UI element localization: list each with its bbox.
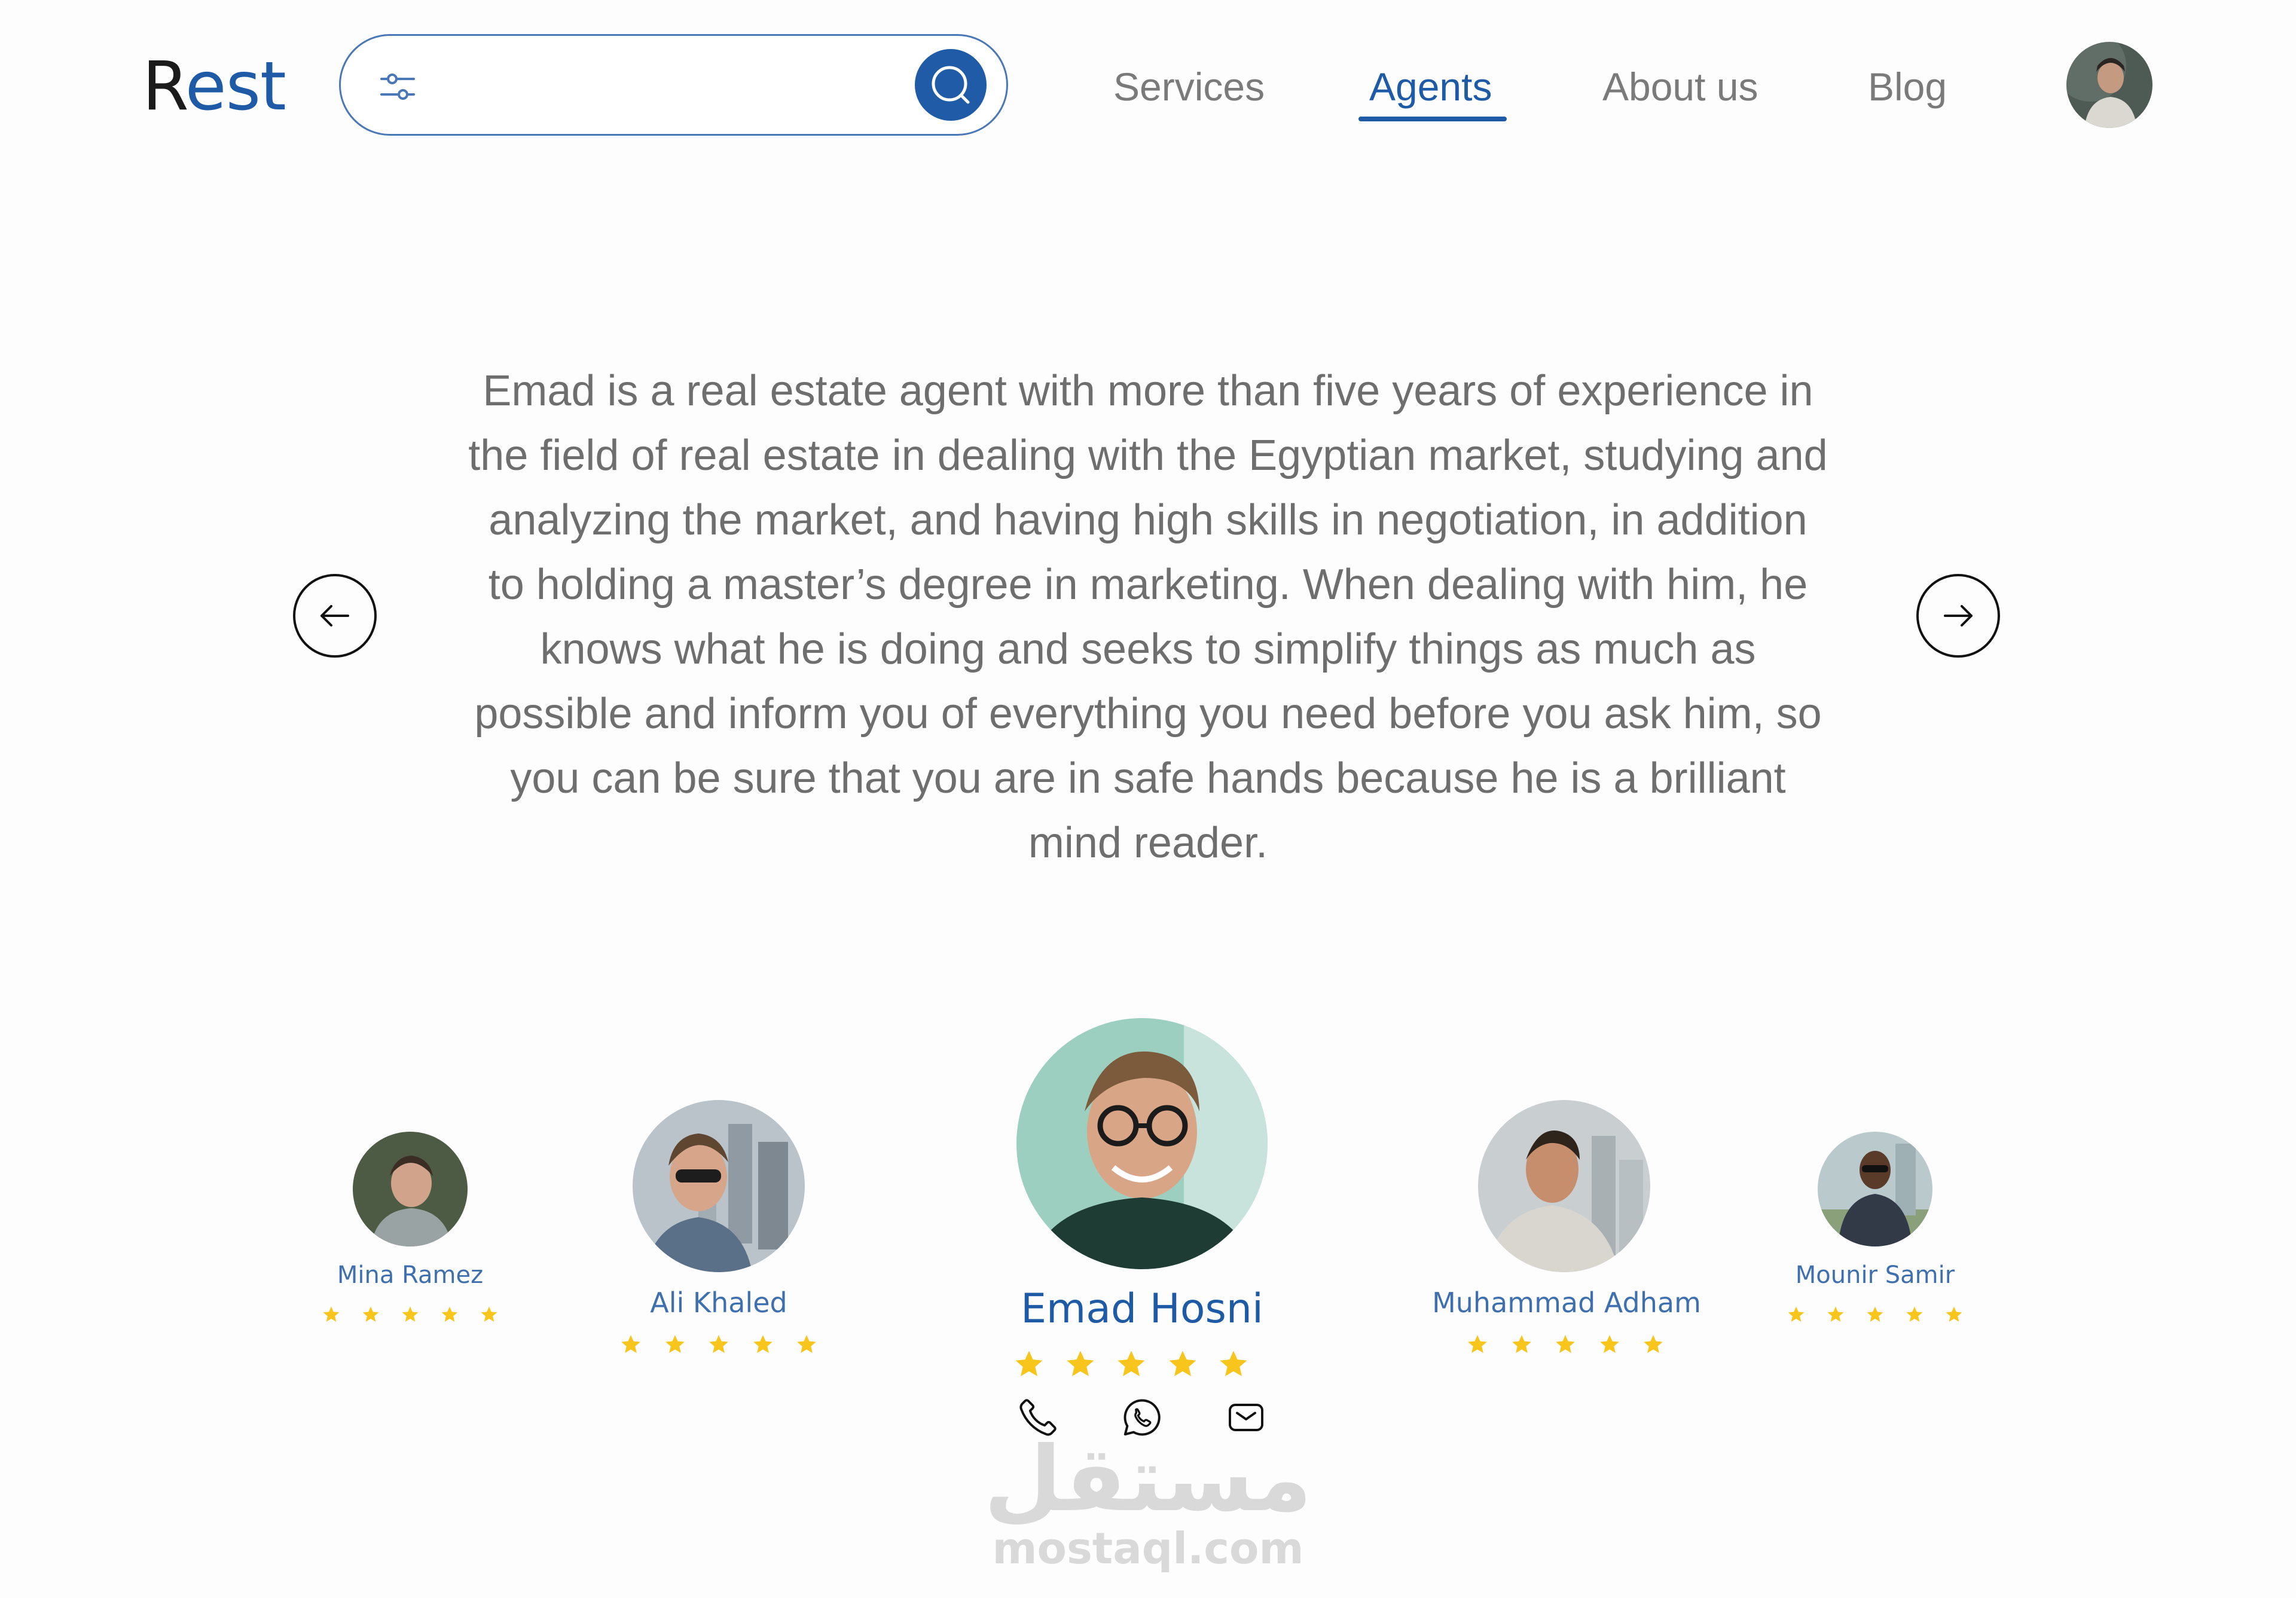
agent-description: Emad is a real estate agent with more th… [468,367,1828,867]
star-icon [1827,1306,1844,1322]
agent-photo-muhammad-adham[interactable] [1478,1100,1650,1272]
search-bar [339,34,1008,136]
agent-rating-mina-ramez [322,1305,499,1324]
search-button[interactable] [915,49,987,121]
star-icon [481,1306,497,1322]
agent-name-muhammad-adham[interactable]: Muhammad Adham [1405,1287,1728,1319]
star-icon [797,1335,816,1353]
agent-photo-mounir-samir[interactable] [1818,1132,1932,1246]
previous-agent-button[interactable] [293,574,377,658]
nav-blog[interactable]: Blog [1868,60,1947,114]
agent-name-emad-hosni[interactable]: Emad Hosni [957,1285,1327,1333]
nav-about-us[interactable]: About us [1602,60,1758,114]
logo-rest: est [185,48,286,126]
next-agent-button[interactable] [1916,574,2000,658]
star-icon [323,1306,340,1322]
star-icon [1867,1306,1883,1322]
star-icon [1946,1306,1962,1322]
nav-agents[interactable]: Agents [1369,60,1492,114]
agent-photo-mina-ramez[interactable] [353,1132,468,1246]
star-icon [1556,1335,1575,1353]
star-icon [1599,1335,1619,1353]
star-icon [1644,1335,1663,1353]
agent-rating-ali-khaled [619,1333,818,1356]
star-icon [665,1335,685,1353]
star-icon [753,1335,773,1353]
star-icon [362,1306,379,1322]
star-icon [402,1306,419,1322]
nav-services[interactable]: Services [1113,60,1265,114]
star-icon [1118,1350,1145,1377]
star-icon [441,1306,458,1322]
agent-photo-emad-hosni[interactable] [1016,1018,1268,1269]
star-icon [1015,1350,1043,1377]
search-icon [932,66,970,104]
star-icon [1906,1306,1923,1322]
agent-name-ali-khaled[interactable]: Ali Khaled [569,1287,868,1319]
logo-first-letter: R [142,48,186,126]
star-icon [1220,1350,1247,1377]
agent-rating-muhammad-adham [1466,1333,1665,1356]
star-icon [621,1335,640,1353]
watermark: مستقل mostaql.com [981,1435,1315,1572]
agent-name-mina-ramez[interactable]: Mina Ramez [299,1261,521,1289]
star-icon [1512,1335,1531,1353]
arrow-right-icon [1944,605,1973,627]
watermark-latin: mostaql.com [992,1523,1304,1573]
star-icon [1788,1306,1805,1322]
agent-name-mounir-samir[interactable]: Mounir Samir [1764,1261,1986,1289]
search-input[interactable] [448,60,905,115]
arrow-left-icon [320,605,349,627]
star-icon [1169,1350,1196,1377]
star-icon [1067,1350,1094,1377]
agent-rating-emad-hosni [1013,1348,1250,1380]
nav-active-underline [1358,117,1507,121]
watermark-arabic: مستقل [984,1428,1312,1532]
filter-icon[interactable] [378,67,417,106]
agent-rating-mounir-samir [1787,1305,1964,1324]
star-icon [709,1335,728,1353]
star-icon [1468,1335,1487,1353]
agent-photo-ali-khaled[interactable] [633,1100,805,1272]
user-avatar[interactable] [2066,42,2152,128]
logo[interactable]: Rest [142,48,286,126]
